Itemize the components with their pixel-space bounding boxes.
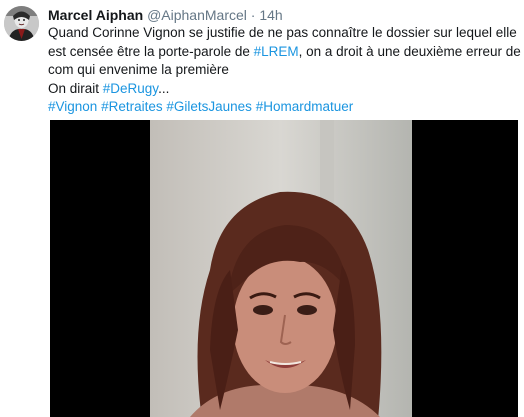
tweet-timestamp[interactable]: 14h: [259, 7, 282, 23]
author-name[interactable]: Marcel Aiphan: [48, 7, 143, 23]
hashtag-vignon[interactable]: #Vignon: [48, 99, 97, 114]
header-separator: ·: [250, 7, 256, 23]
author-handle[interactable]: @AiphanMarcel: [147, 7, 247, 23]
tweet-text-segment: , on a droit à une deuxième erreur de: [298, 43, 521, 59]
avatar-portrait-icon: [4, 6, 39, 41]
video-player[interactable]: [50, 120, 518, 417]
hashtag-homardmatuer[interactable]: #Homardmatuer: [256, 99, 354, 114]
tweet-text-segment: ...: [158, 80, 170, 96]
tweet-line: Quand Corinne Vignon se justifie de ne p…: [48, 24, 518, 43]
tweet-line: #Vignon #Retraites #GiletsJaunes #Homard…: [48, 98, 518, 117]
tweet-text-segment: Quand Corinne Vignon se justifie de ne p…: [48, 25, 517, 40]
tweet-line: On dirait #DeRugy...: [48, 80, 518, 99]
tweet-text-segment: com qui envenime la première: [48, 62, 229, 77]
hashtag-retraites[interactable]: #Retraites: [101, 99, 163, 114]
tweet-line: est censée être la porte-parole de #LREM…: [48, 43, 521, 62]
tweet-text-segment: On dirait: [48, 80, 103, 96]
video-thumbnail-woman-icon: [150, 120, 412, 417]
avatar[interactable]: [4, 6, 39, 41]
video-frame: [150, 120, 412, 417]
tweet-line: com qui envenime la première: [48, 61, 518, 80]
tweet-header: Marcel Aiphan @AiphanMarcel · 14h: [48, 5, 518, 25]
tweet-text-segment: est censée être la porte-parole de: [48, 43, 254, 59]
tweet-text: Quand Corinne Vignon se justifie de ne p…: [48, 24, 521, 117]
hashtag-giletsjaunes[interactable]: #GiletsJaunes: [166, 99, 252, 114]
hashtag-lrem[interactable]: #LREM: [254, 44, 299, 59]
hashtag-derugy[interactable]: #DeRugy: [103, 81, 158, 96]
